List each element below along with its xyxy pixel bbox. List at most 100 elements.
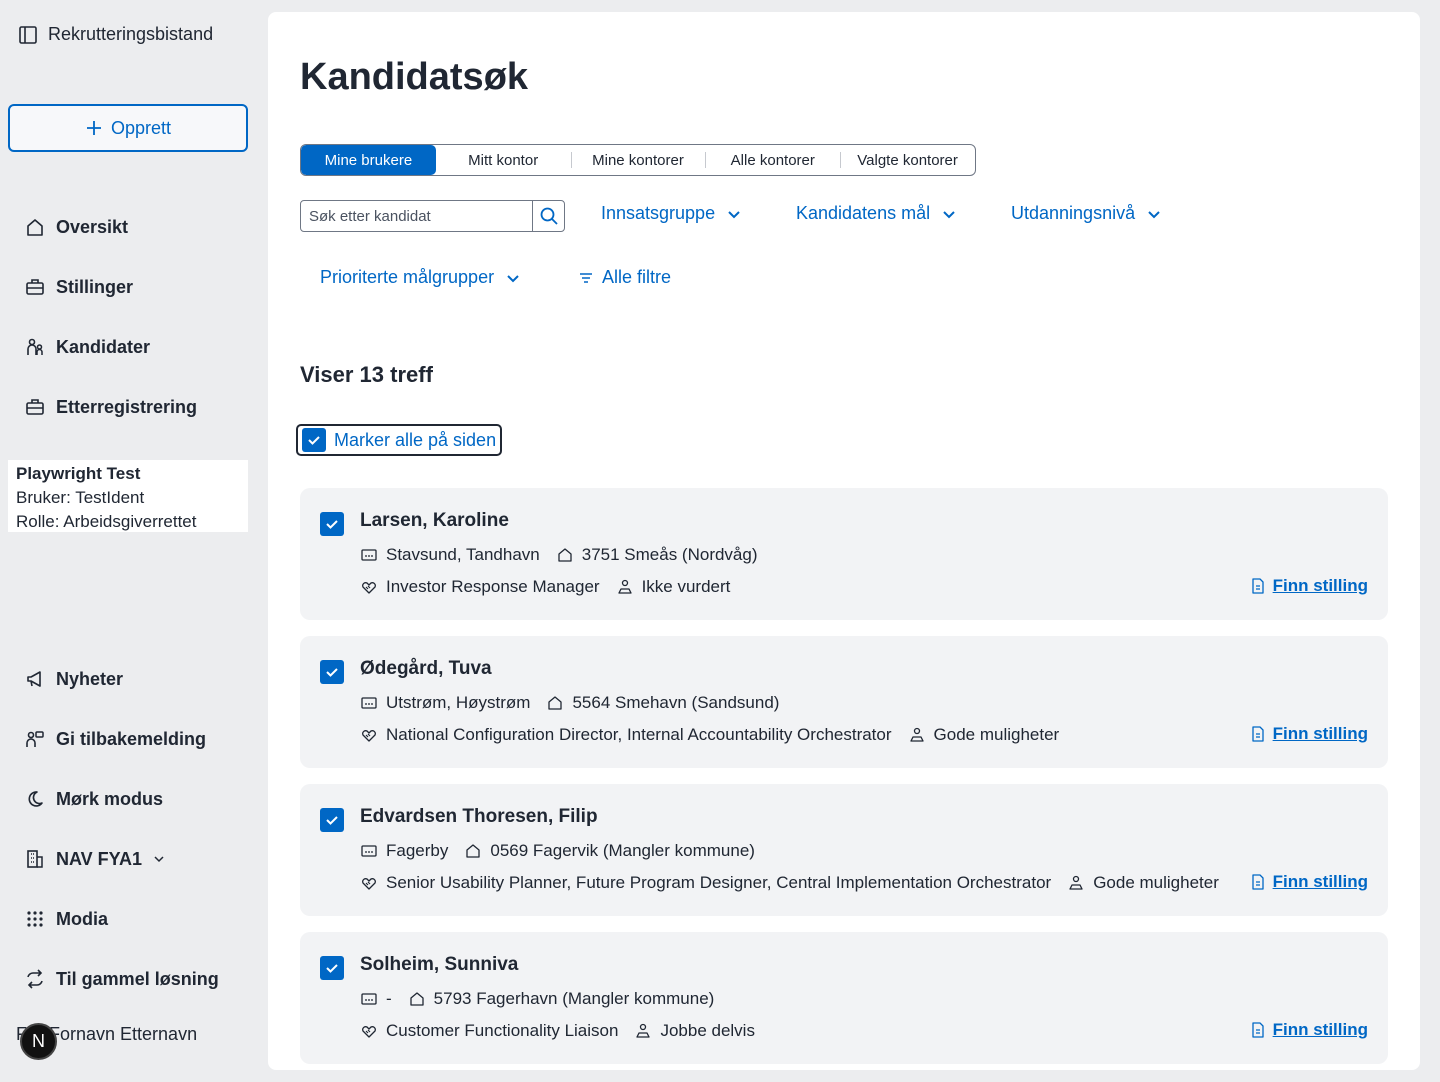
all-filters-label: Alle filtre — [602, 267, 672, 287]
candidate-checkbox[interactable] — [320, 956, 344, 980]
tab-valgte-kontorer[interactable]: Valgte kontorer — [840, 145, 975, 175]
chevron-down-icon — [940, 205, 958, 223]
search-button[interactable] — [532, 201, 564, 231]
create-button-label: Opprett — [110, 117, 172, 138]
document-icon — [1251, 1022, 1265, 1038]
nav-item-kontor[interactable]: NAV FYA1 — [24, 845, 166, 873]
sidebar: Rekrutteringsbistand Opprett Oversikt St… — [0, 0, 268, 1082]
nav-item-nyheter[interactable]: Nyheter — [24, 665, 123, 693]
select-all-label: Marker alle på siden — [334, 429, 497, 450]
person-hand-icon — [1067, 874, 1085, 892]
filter-kandidatens-maal[interactable]: Kandidatens mål — [796, 203, 958, 224]
home-icon — [556, 546, 574, 564]
filter-innsatsgruppe[interactable]: Innsatsgruppe — [601, 203, 743, 224]
candidate-checkbox[interactable] — [320, 808, 344, 832]
tab-mitt-kontor[interactable]: Mitt kontor — [436, 145, 571, 175]
candidate-location-row: Fagerby 0569 Fagervik (Mangler kommune) — [360, 841, 755, 861]
candidate-checkbox[interactable] — [320, 512, 344, 536]
dev-tools-badge-label: N — [32, 1031, 45, 1051]
candidate-address: 5793 Fagerhavn (Mangler kommune) — [433, 989, 715, 1008]
find-job-link[interactable]: Finn stilling — [1251, 872, 1368, 892]
nav-item-oversikt[interactable]: Oversikt — [24, 213, 128, 241]
nav-item-modia[interactable]: Modia — [24, 905, 108, 933]
home-icon — [546, 694, 564, 712]
nav-item-etterregistrering[interactable]: Etterregistrering — [24, 393, 197, 421]
building-icon — [24, 848, 46, 870]
grid-icon — [24, 908, 46, 930]
app-title-label: Rekrutteringsbistand — [48, 24, 214, 44]
megaphone-icon — [24, 668, 46, 690]
filter-utdanningsniva[interactable]: Utdanningsnivå — [1011, 203, 1163, 224]
filter-label: Innsatsgruppe — [601, 203, 716, 223]
candidate-status: Jobbe delvis — [660, 1021, 755, 1040]
filter-label: Prioriterte målgrupper — [320, 267, 495, 287]
candidate-card: Larsen, Karoline Stavsund, Tandhavn 3751… — [300, 488, 1388, 620]
nav-item-label: Stillinger — [56, 276, 134, 297]
sidebar-toggle-icon[interactable] — [18, 25, 38, 45]
moon-icon — [24, 788, 46, 810]
document-icon — [1251, 578, 1265, 594]
nav-item-label: Kandidater — [56, 336, 151, 357]
nav-item-label: Modia — [56, 908, 108, 929]
office-tabs: Mine brukere Mitt kontor Mine kontorer A… — [300, 144, 976, 176]
candidate-card: Ødegård, Tuva Utstrøm, Høystrøm 5564 Sme… — [300, 636, 1388, 768]
chevron-down-icon — [504, 269, 522, 287]
candidate-name[interactable]: Ødegård, Tuva — [360, 658, 492, 680]
tab-mine-kontorer[interactable]: Mine kontorer — [570, 145, 706, 175]
main-content: Kandidatsøk Mine brukere Mitt kontor Min… — [268, 12, 1420, 1070]
nav-item-gammel-losning[interactable]: Til gammel løsning — [24, 965, 219, 993]
candidate-goal-row: Customer Functionality Liaison Jobbe del… — [360, 1021, 755, 1041]
candidate-address: 0569 Fagervik (Mangler kommune) — [490, 841, 755, 860]
nav-item-mork-modus[interactable]: Mørk modus — [24, 785, 163, 813]
search-input[interactable] — [301, 201, 532, 231]
tab-alle-kontorer[interactable]: Alle kontorer — [705, 145, 840, 175]
candidate-name[interactable]: Larsen, Karoline — [360, 510, 509, 532]
nav-item-label: NAV FYA1 — [56, 848, 143, 869]
briefcase-icon — [24, 276, 46, 298]
filter-prioriterte-malgrupper[interactable]: Prioriterte målgrupper — [320, 267, 522, 288]
candidate-location-row: - 5793 Fagerhavn (Mangler kommune) — [360, 989, 714, 1009]
nav-item-label: Nyheter — [56, 668, 124, 689]
candidate-jobs: National Configuration Director, Interna… — [386, 725, 892, 744]
create-button[interactable]: Opprett — [8, 104, 248, 152]
chevron-down-icon — [1145, 205, 1163, 223]
nav-item-label: Oversikt — [56, 216, 129, 237]
candidate-goal-row: Investor Response Manager Ikke vurdert — [360, 577, 730, 597]
home-icon — [464, 842, 482, 860]
find-job-link[interactable]: Finn stilling — [1251, 576, 1368, 596]
handshake-icon — [360, 874, 378, 892]
candidate-status: Gode muligheter — [1093, 873, 1219, 892]
candidate-search — [300, 200, 565, 232]
handshake-icon — [360, 726, 378, 744]
nav-item-tilbakemelding[interactable]: Gi tilbakemelding — [24, 725, 206, 753]
candidate-jobs: Senior Usability Planner, Future Program… — [386, 873, 1052, 892]
dev-tools-badge[interactable]: N — [20, 1023, 57, 1060]
candidate-location: Utstrøm, Høystrøm — [386, 693, 531, 712]
tab-mine-brukere[interactable]: Mine brukere — [301, 145, 436, 175]
find-job-link[interactable]: Finn stilling — [1251, 724, 1368, 744]
candidate-checkbox[interactable] — [320, 660, 344, 684]
candidate-name[interactable]: Edvardsen Thoresen, Filip — [360, 806, 598, 828]
swap-icon — [24, 968, 46, 990]
page-title: Kandidatsøk — [300, 56, 529, 98]
nav-item-label: Mørk modus — [56, 788, 164, 809]
candidate-name[interactable]: Solheim, Sunniva — [360, 954, 518, 976]
find-job-link[interactable]: Finn stilling — [1251, 1020, 1368, 1040]
person-hand-icon — [908, 726, 926, 744]
nav-item-label: Til gammel løsning — [56, 968, 219, 989]
candidate-goal-row: National Configuration Director, Interna… — [360, 725, 1059, 745]
id-card-icon — [360, 842, 378, 860]
nav-item-kandidater[interactable]: Kandidater — [24, 333, 150, 361]
user-role: Rolle: Arbeidsgiverrettet — [16, 512, 197, 531]
candidate-location: - — [386, 989, 392, 1008]
all-filters-button[interactable]: Alle filtre — [578, 267, 671, 288]
select-all-checkbox[interactable]: Marker alle på siden — [296, 424, 503, 456]
app-title[interactable]: Rekrutteringsbistand — [18, 24, 213, 45]
chevron-down-icon — [152, 852, 166, 866]
checkbox-checked-icon — [302, 428, 326, 452]
candidate-card: Edvardsen Thoresen, Filip Fagerby 0569 F… — [300, 784, 1388, 916]
briefcase-icon — [24, 396, 46, 418]
person-hand-icon — [616, 578, 634, 596]
nav-item-stillinger[interactable]: Stillinger — [24, 273, 133, 301]
document-icon — [1251, 874, 1265, 890]
